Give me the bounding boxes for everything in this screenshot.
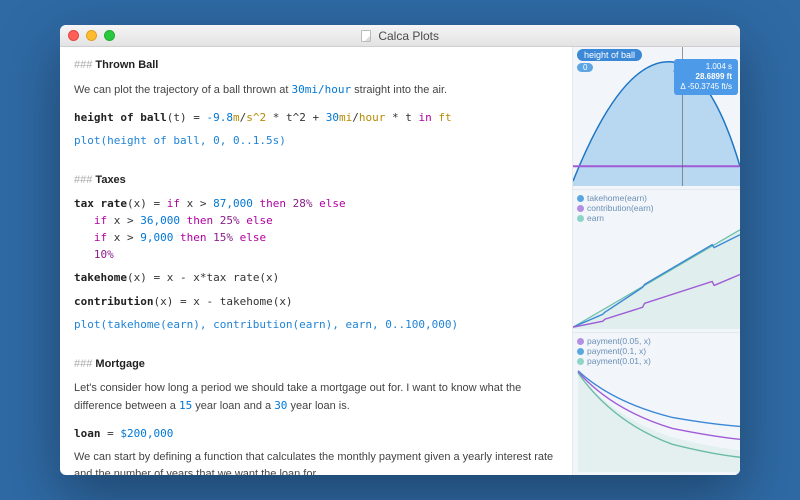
titlebar[interactable]: Calca Plots <box>60 25 740 47</box>
plot-taxes[interactable]: takehome(earn) contribution(earn) earn <box>573 190 740 333</box>
heading-text: Thrown Ball <box>95 59 158 71</box>
takehome-def: takehome(x) = x - x*tax rate(x) <box>74 269 558 286</box>
mortgage-intro: Let's consider how long a period we shou… <box>74 380 558 415</box>
tax-rate-def: tax rate(x) = if x > 87,000 then 28% els… <box>74 195 558 263</box>
plots-pane: height of ball 0 1.004 s 28.6899 ft Δ -5… <box>572 47 740 475</box>
close-icon[interactable] <box>68 30 79 41</box>
traffic-lights <box>68 30 115 41</box>
window-title: Calca Plots <box>60 29 740 43</box>
editor-pane[interactable]: ### Thrown Ball We can plot the trajecto… <box>60 47 572 475</box>
loan-def: loan = $200,000 <box>74 425 558 442</box>
thrown-ball-intro: We can plot the trajectory of a ball thr… <box>74 81 558 99</box>
minimize-icon[interactable] <box>86 30 97 41</box>
app-window: Calca Plots ### Thrown Ball We can plot … <box>60 25 740 475</box>
heading-mortgage: ### Mortgage <box>74 358 145 370</box>
heading-taxes: ### Taxes <box>74 174 126 186</box>
heading-marker: ### <box>74 59 92 71</box>
mortgage-tail: We can start by defining a function that… <box>74 449 558 475</box>
window-title-text: Calca Plots <box>378 29 439 43</box>
plot-ball[interactable]: height of ball 0 1.004 s 28.6899 ft Δ -5… <box>573 47 740 190</box>
plot-ball-tooltip: 1.004 s 28.6899 ft Δ -50.3745 ft/s <box>674 59 738 95</box>
plot-mortgage[interactable]: payment(0.05, x) payment(0.1, x) payment… <box>573 333 740 475</box>
document-icon <box>361 30 371 42</box>
taxes-plot-call: plot(takehome(earn), contribution(earn),… <box>74 316 558 333</box>
plot-taxes-svg <box>573 190 740 329</box>
zoom-icon[interactable] <box>104 30 115 41</box>
content-area: ### Thrown Ball We can plot the trajecto… <box>60 47 740 475</box>
heading-thrown-ball: ### Thrown Ball <box>74 59 158 71</box>
contribution-def: contribution(x) = x - takehome(x) <box>74 293 558 310</box>
plot-mortgage-svg <box>573 333 740 472</box>
ball-plot-call: plot(height of ball, 0, 0..1.5s) <box>74 132 558 149</box>
ball-definition: height of ball(t) = -9.8m/s^2 * t^2 + 30… <box>74 109 558 126</box>
